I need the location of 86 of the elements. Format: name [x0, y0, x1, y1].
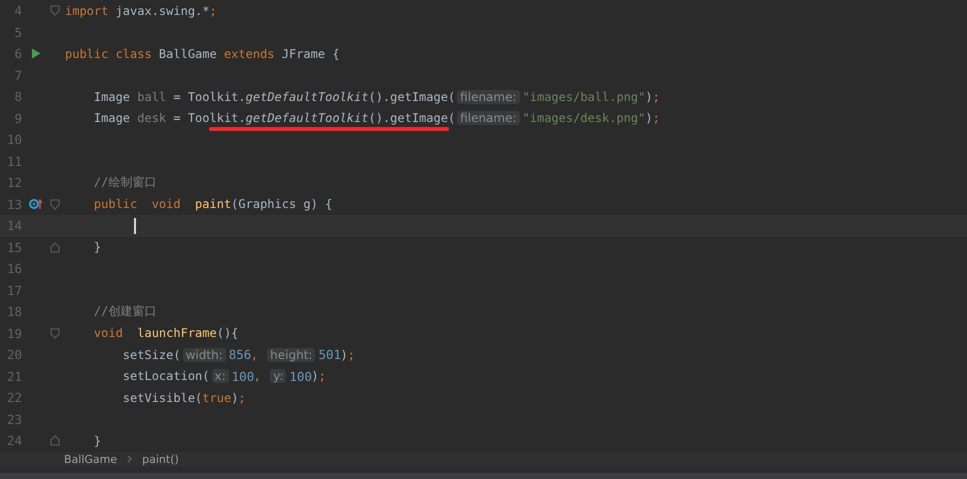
line-number: 23 [6, 412, 22, 427]
line-number: 24 [6, 433, 22, 448]
code-text: } [92, 434, 102, 448]
parameter-hint: filename: [457, 90, 520, 104]
line-number: 7 [13, 68, 22, 83]
code-text: ) [645, 111, 653, 126]
code-text: = Toolkit. [172, 111, 246, 126]
line-number: 16 [6, 261, 22, 276]
line-number: 11 [6, 154, 22, 169]
keyword-text: ; [652, 111, 660, 126]
chevron-icon [127, 455, 132, 464]
keyword-text: void [92, 326, 124, 340]
breadcrumb-item[interactable]: paint() [142, 452, 179, 466]
keyword-text: ; [348, 348, 355, 362]
breadcrumb-item[interactable]: BallGame [64, 452, 118, 466]
parameter-hint: y: [270, 369, 286, 384]
fold-marker-icon[interactable] [50, 242, 60, 253]
code-text: = Toolkit. [172, 90, 246, 104]
code-text: Image [92, 90, 132, 104]
method-name: launchFrame [137, 326, 217, 340]
line-number: 12 [6, 175, 22, 190]
keyword-text: import [65, 4, 110, 18]
line-number: 15 [6, 240, 22, 255]
keyword-text: , [254, 369, 262, 384]
line-number: 9 [13, 110, 22, 126]
fold-marker-icon[interactable] [50, 435, 60, 446]
method-call: getDefaultToolkit [246, 90, 368, 104]
number-literal: 100 [289, 368, 312, 384]
code-text: (){ [216, 326, 238, 340]
field-name: desk [137, 111, 166, 126]
keyword-text: , [250, 348, 259, 362]
keyword-text: public void [92, 197, 182, 212]
code-text: } [92, 240, 102, 254]
code-text: ().getImage( [368, 111, 456, 126]
fold-marker-icon[interactable] [50, 198, 60, 210]
line-number: 18 [6, 304, 22, 320]
code-text: ) [340, 348, 348, 362]
line-number: 19 [6, 326, 22, 341]
method-call: getDefaultToolkit [246, 111, 368, 126]
number-literal: 501 [318, 347, 340, 362]
number-literal: 100 [232, 368, 254, 384]
run-icon[interactable] [31, 48, 41, 60]
code-text: ) [645, 90, 653, 104]
code-text: ) [311, 369, 319, 384]
string-literal: "images/ball.png" [522, 90, 646, 104]
keyword-text: public class [65, 46, 153, 61]
line-number: 20 [6, 347, 22, 362]
line-number: 22 [6, 390, 22, 406]
code-text: setLocation( [122, 369, 210, 384]
code-text: JFrame { [282, 46, 340, 61]
fold-marker-icon[interactable] [50, 328, 60, 339]
code-text: setVisible( [122, 390, 202, 405]
number-literal: 856 [228, 347, 251, 362]
keyword-text: extends [224, 46, 276, 61]
keyword-text: ; [318, 369, 326, 384]
keyword-text: true [202, 390, 232, 405]
code-text: BallGame [158, 46, 218, 61]
parameter-hint: x: [212, 369, 229, 384]
code-text: (Graphics g) { [231, 197, 332, 212]
keyword-text: ; [652, 90, 660, 104]
fold-marker-icon[interactable] [50, 5, 60, 16]
keyword-text: ; [210, 4, 217, 18]
code-comment: //绘制窗口 [92, 174, 156, 192]
code-comment: //创建窗口 [92, 303, 156, 320]
parameter-hint: filename: [457, 111, 520, 126]
line-number: 17 [6, 282, 22, 298]
parameter-hint: height: [267, 348, 316, 362]
line-number: 8 [13, 89, 22, 104]
code-text: setSize( [122, 348, 181, 362]
code-text: ) [231, 390, 238, 405]
code-text: Image [92, 111, 132, 126]
line-number: 13 [6, 196, 22, 212]
line-number: 21 [6, 368, 22, 384]
parameter-hint: width: [182, 348, 226, 362]
method-name: paint [195, 197, 232, 212]
string-literal: "images/desk.png" [522, 111, 646, 126]
line-number: 5 [13, 24, 22, 40]
code-text: javax.swing.* [116, 4, 210, 18]
line-number: 6 [13, 46, 22, 62]
keyword-text: ; [238, 390, 246, 405]
code-text: ().getImage( [368, 90, 456, 104]
line-number: 10 [6, 132, 22, 148]
field-name: ball [137, 90, 166, 104]
line-number: 4 [13, 3, 22, 18]
override-marker-icon[interactable] [29, 198, 43, 210]
text-caret [134, 218, 136, 234]
